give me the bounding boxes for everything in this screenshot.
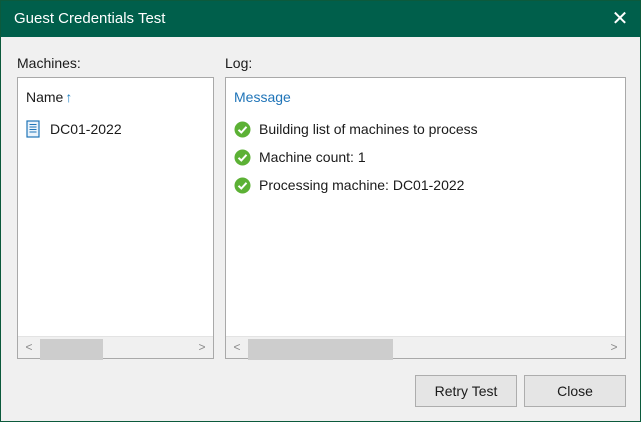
check-circle-icon [234, 149, 251, 165]
guest-credentials-test-dialog: Guest Credentials Test ✕ Machines: Name ↑… [0, 0, 641, 422]
name-column-header[interactable]: Name ↑ [26, 89, 72, 105]
check-circle-icon [234, 177, 251, 193]
log-label: Log: [225, 55, 253, 71]
title-bar: Guest Credentials Test ✕ [1, 1, 640, 37]
log-list[interactable]: Message Building list of machines to pro… [225, 77, 626, 360]
log-entry: Building list of machines to process [234, 118, 478, 140]
close-window-button[interactable]: ✕ [607, 6, 633, 32]
scroll-right-icon[interactable]: > [193, 337, 211, 358]
machine-name: DC01-2022 [50, 121, 122, 137]
scroll-right-icon[interactable]: > [605, 337, 623, 358]
close-icon: ✕ [611, 8, 629, 30]
log-message: Processing machine: DC01-2022 [259, 177, 465, 193]
message-column-header[interactable]: Message [234, 89, 291, 105]
log-horizontal-scrollbar[interactable]: < > [226, 336, 625, 360]
log-message: Machine count: 1 [259, 149, 366, 165]
sort-ascending-icon: ↑ [65, 89, 73, 105]
machines-label: Machines: [17, 55, 81, 71]
close-button[interactable]: Close [524, 375, 626, 407]
scroll-left-icon[interactable]: < [228, 337, 246, 358]
check-circle-icon [234, 121, 251, 137]
scroll-left-icon[interactable]: < [20, 337, 38, 358]
server-icon [26, 120, 40, 138]
log-message: Building list of machines to process [259, 121, 478, 137]
scroll-thumb[interactable] [40, 339, 103, 360]
machines-horizontal-scrollbar[interactable]: < > [18, 336, 213, 360]
name-column-label: Name [26, 89, 64, 105]
list-item[interactable]: DC01-2022 [26, 118, 122, 140]
log-entry: Processing machine: DC01-2022 [234, 174, 464, 196]
scroll-thumb[interactable] [248, 339, 393, 360]
window-title: Guest Credentials Test [14, 10, 166, 27]
retry-test-button[interactable]: Retry Test [415, 375, 517, 407]
log-entry: Machine count: 1 [234, 146, 366, 168]
machines-list[interactable]: Name ↑ DC01-2022 < > [17, 77, 214, 360]
